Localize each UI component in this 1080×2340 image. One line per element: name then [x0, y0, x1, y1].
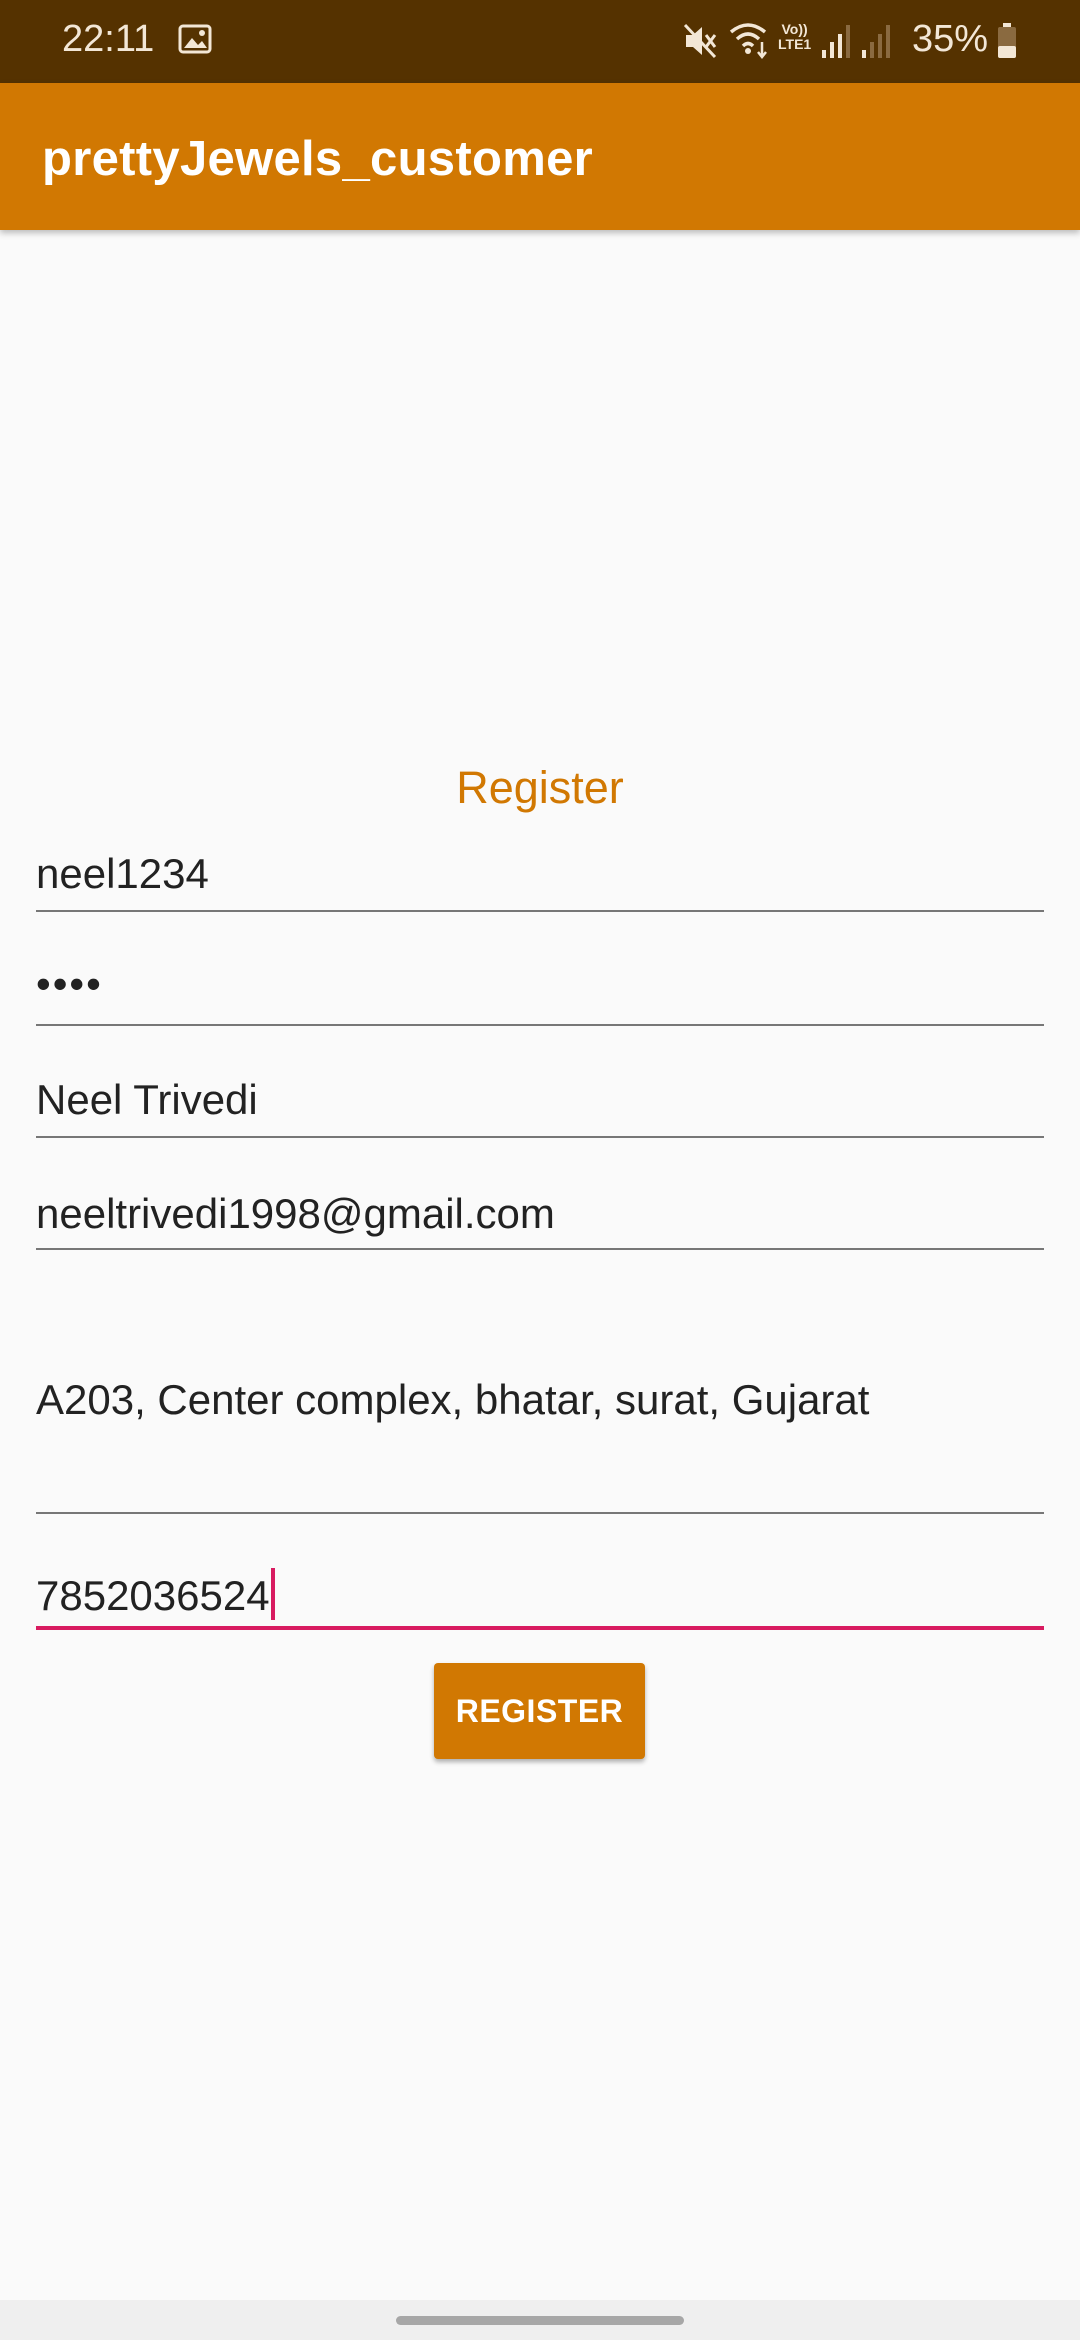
navigation-bar: [0, 2300, 1080, 2340]
email-value: neeltrivedi1998@gmail.com: [36, 1190, 555, 1237]
mute-icon: [683, 23, 717, 59]
gallery-icon: [178, 24, 212, 54]
name-value: Neel Trivedi: [36, 1076, 258, 1123]
volte-label: Vo)): [781, 21, 808, 37]
lte-label: LTE1: [778, 36, 812, 52]
email-field[interactable]: neeltrivedi1998@gmail.com: [36, 1180, 1044, 1250]
address-value: A203, Center complex, bhatar, surat, Guj…: [36, 1376, 870, 1423]
register-button[interactable]: REGISTER: [434, 1663, 645, 1759]
status-bar: 22:11 Vo)) LTE1 35%: [0, 0, 1080, 83]
home-gesture-handle[interactable]: [396, 2316, 684, 2325]
wifi-icon: [729, 23, 767, 60]
signal-icon: [862, 25, 890, 58]
battery-icon: [998, 23, 1016, 58]
phone-value-wrap: 7852036524: [36, 1568, 275, 1620]
username-field[interactable]: neel1234: [36, 840, 1044, 912]
signal-icon: [822, 25, 850, 58]
app-bar: prettyJewels_customer: [0, 83, 1080, 230]
address-field[interactable]: A203, Center complex, bhatar, surat, Guj…: [36, 1296, 1044, 1514]
phone-value: 7852036524: [36, 1572, 270, 1619]
volte-icon: Vo)) LTE1: [778, 22, 811, 52]
battery-percentage: 35%: [912, 18, 989, 60]
phone-field[interactable]: 7852036524: [36, 1558, 1044, 1630]
form-heading: Register: [456, 762, 624, 813]
status-time: 22:11: [62, 18, 155, 60]
name-field[interactable]: Neel Trivedi: [36, 1066, 1044, 1138]
password-field[interactable]: ••••: [36, 952, 1044, 1026]
text-cursor: [270, 1568, 275, 1620]
password-value: ••••: [36, 960, 103, 1007]
app-title: prettyJewels_customer: [42, 132, 593, 186]
username-value: neel1234: [36, 850, 209, 897]
